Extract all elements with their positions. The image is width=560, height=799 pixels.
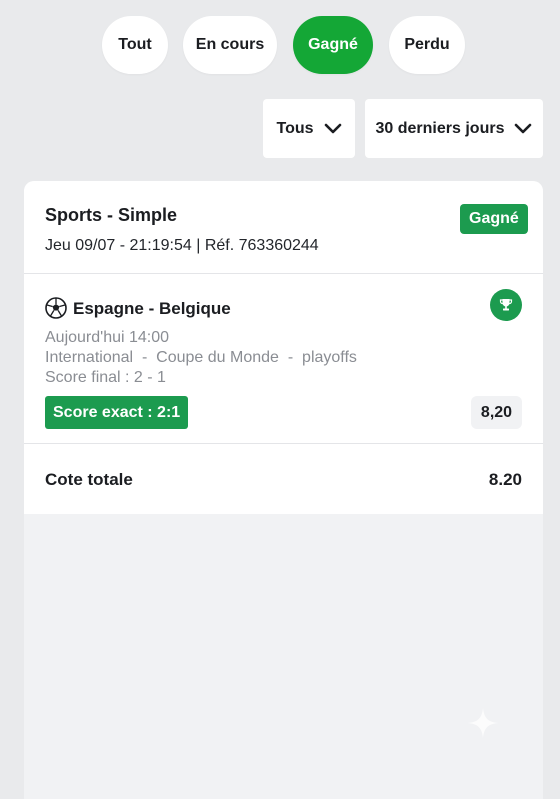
bet-type-value: Tous (276, 119, 314, 137)
event-time: Aujourd'hui 14:00 (45, 329, 170, 346)
event-name: Espagne - Belgique (73, 299, 231, 318)
total-odds-label: Cote totale (45, 470, 133, 489)
filter-pill-gagne[interactable]: Gagné (293, 16, 373, 74)
total-odds-row: Cote totale 8.20 (24, 444, 543, 514)
bet-title: Sports - Simple (45, 205, 178, 225)
period-value: 30 derniers jours (375, 119, 505, 137)
bet-card-header: Sports - Simple Jeu 09/07 - 21:19:54 | R… (24, 181, 543, 274)
status-filter-bar: Tout En cours Gagné Perdu (0, 16, 560, 74)
bet-type-dropdown[interactable]: Tous (263, 99, 355, 158)
status-badge: Gagné (460, 204, 528, 234)
sparkle-icon (468, 708, 498, 738)
filter-pill-perdu[interactable]: Perdu (389, 16, 465, 74)
chevron-down-icon (324, 123, 341, 133)
period-dropdown[interactable]: 30 derniers jours (365, 99, 543, 158)
event-final-score: Score final : 2 - 1 (45, 369, 166, 386)
trophy-icon (490, 289, 522, 321)
bet-meta: Jeu 09/07 - 21:19:54 | Réf. 763360244 (45, 237, 319, 254)
chevron-down-icon (515, 123, 532, 133)
selection-badge: Score exact : 2:1 (45, 396, 189, 429)
filter-pill-tout[interactable]: Tout (102, 16, 168, 74)
event-competition: International - Coupe du Monde - playoff… (45, 349, 357, 366)
filter-pill-en-cours[interactable]: En cours (183, 16, 277, 74)
bet-event: Espagne - Belgique Aujourd'hui 14:00 Int… (24, 274, 543, 444)
soccer-ball-icon (45, 297, 67, 319)
event-odds: 8,20 (471, 396, 522, 429)
total-odds-value: 8.20 (488, 470, 522, 489)
